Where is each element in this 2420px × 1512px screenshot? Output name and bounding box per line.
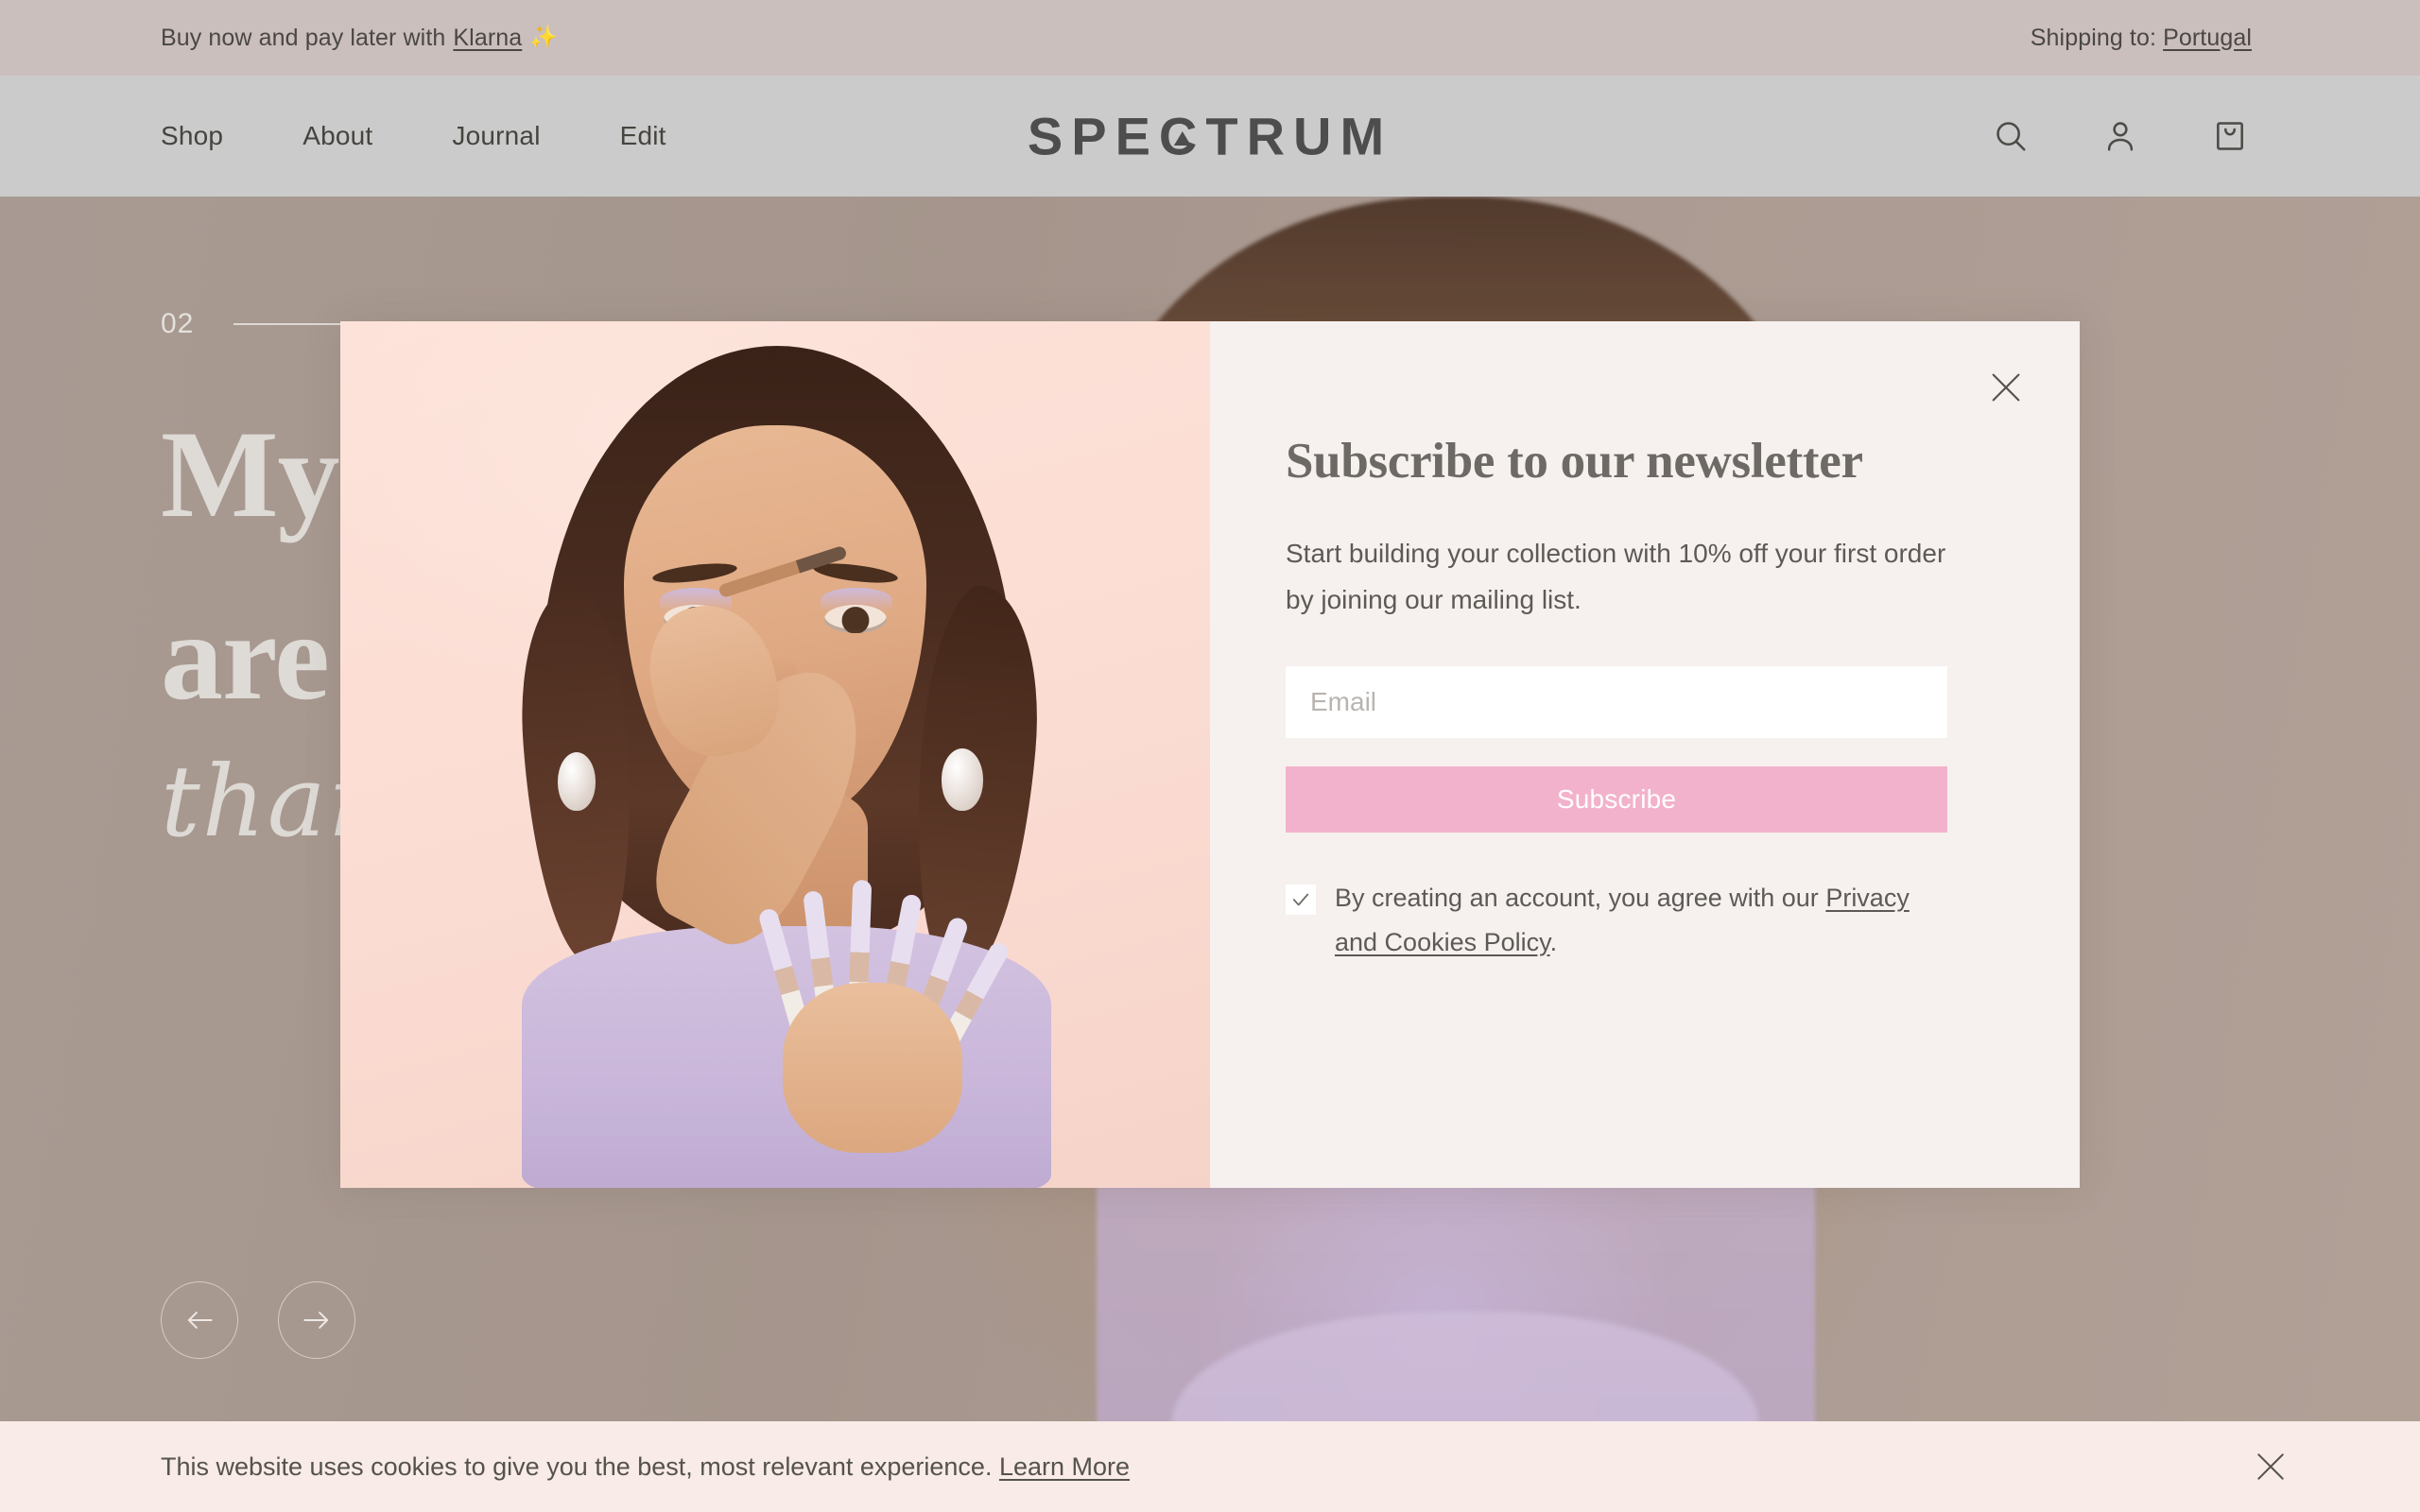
nav-item-journal[interactable]: Journal <box>452 121 540 151</box>
model-earring-right <box>942 748 983 811</box>
model-hand-lower <box>783 983 962 1153</box>
announcement-message: Buy now and pay later with Klarna ✨ <box>161 25 558 52</box>
consent-row: By creating an account, you agree with o… <box>1286 876 1947 964</box>
hero-slider-controls <box>161 1281 355 1359</box>
subscribe-button[interactable]: Subscribe <box>1286 766 1947 833</box>
nav-item-shop[interactable]: Shop <box>161 121 223 151</box>
announcement-bar: Buy now and pay later with Klarna ✨ Ship… <box>0 0 2420 76</box>
consent-text-prefix: By creating an account, you agree with o… <box>1335 884 1826 913</box>
header-actions <box>1989 114 2318 158</box>
main-navigation: Shop About Journal Edit <box>161 121 666 151</box>
nav-item-about[interactable]: About <box>302 121 372 151</box>
klarna-link[interactable]: Klarna <box>453 25 522 52</box>
cookie-close-icon[interactable] <box>2244 1440 2297 1493</box>
site-logo[interactable]: SPECTRUM <box>1028 106 1392 167</box>
model-eye-right <box>824 605 887 633</box>
modal-subtitle: Start building your collection with 10% … <box>1286 539 1946 614</box>
cookie-text-body: This website uses cookies to give you th… <box>161 1452 999 1481</box>
modal-content-panel: Subscribe to our newsletter Start buildi… <box>1210 321 2080 1188</box>
newsletter-modal: Subscribe to our newsletter Start buildi… <box>340 321 2080 1188</box>
modal-hero-image <box>340 321 1210 1188</box>
model-earring-left <box>558 752 596 811</box>
site-header: Shop About Journal Edit SPECTRUM <box>0 76 2420 197</box>
consent-text-suffix: . <box>1549 927 1558 956</box>
modal-close-icon[interactable] <box>1979 361 2032 414</box>
shipping-country-link[interactable]: Portugal <box>2163 25 2252 51</box>
logo-part-after: TRUM <box>1205 106 1393 166</box>
cookie-message: This website uses cookies to give you th… <box>161 1452 1130 1482</box>
search-icon[interactable] <box>1989 114 2032 158</box>
announcement-prefix: Buy now and pay later with <box>161 24 446 51</box>
logo-part-before: SPE <box>1027 106 1159 166</box>
slider-next-button[interactable] <box>278 1281 355 1359</box>
slider-prev-button[interactable] <box>161 1281 238 1359</box>
page-root: Buy now and pay later with Klarna ✨ Ship… <box>0 0 2420 1512</box>
email-input[interactable] <box>1286 666 1947 739</box>
consent-text: By creating an account, you agree with o… <box>1335 876 1947 964</box>
sparkle-icon: ✨ <box>529 25 559 50</box>
cart-icon[interactable] <box>2208 114 2252 158</box>
shipping-label: Shipping to: <box>2030 24 2164 51</box>
shipping-region: Shipping to: Portugal <box>2031 25 2318 52</box>
nav-item-edit[interactable]: Edit <box>620 121 666 151</box>
learn-more-link[interactable]: Learn More <box>999 1452 1130 1481</box>
consent-checkbox[interactable] <box>1286 885 1316 916</box>
cookie-banner: This website uses cookies to give you th… <box>0 1421 2420 1512</box>
logo-c-glyph: C <box>1158 106 1206 166</box>
account-icon[interactable] <box>2099 114 2142 158</box>
modal-title: Subscribe to our newsletter <box>1286 434 1863 489</box>
